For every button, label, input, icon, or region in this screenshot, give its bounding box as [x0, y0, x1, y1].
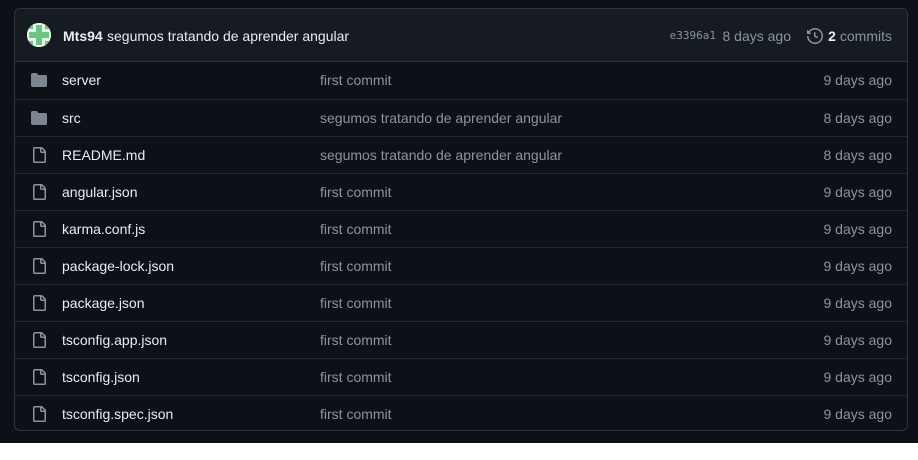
latest-commit-header: Mts94 segumos tratando de aprender angul… [15, 9, 907, 62]
file-commit-age: 9 days ago [823, 184, 893, 200]
file-icon [31, 221, 47, 237]
file-commit-message-link[interactable]: first commit [320, 368, 392, 386]
file-icon [31, 184, 47, 200]
file-commit-message-link[interactable]: first commit [320, 331, 392, 349]
commit-count: 2 [828, 28, 836, 44]
file-commit-age: 9 days ago [823, 221, 893, 237]
file-browser: Mts94 segumos tratando de aprender angul… [14, 8, 908, 431]
file-commit-message-link[interactable]: first commit [320, 294, 392, 312]
file-name-link[interactable]: angular.json [62, 183, 138, 201]
file-row[interactable]: server first commit 9 days ago [15, 62, 907, 99]
file-name-link[interactable]: karma.conf.js [62, 220, 145, 238]
commit-sha[interactable]: e3396a1 [670, 28, 716, 44]
file-row[interactable]: README.md segumos tratando de aprender an… [15, 136, 907, 173]
file-row[interactable]: package.json first commit 9 days ago [15, 284, 907, 321]
history-icon [807, 28, 824, 44]
file-commit-age: 8 days ago [823, 147, 893, 163]
file-icon [31, 406, 47, 422]
file-icon [31, 332, 47, 348]
file-row[interactable]: angular.json first commit 9 days ago [15, 173, 907, 210]
author-avatar[interactable] [27, 23, 51, 47]
file-row[interactable]: karma.conf.js first commit 9 days ago [15, 210, 907, 247]
file-row[interactable]: package-lock.json first commit 9 days ago [15, 247, 907, 284]
commit-author[interactable]: Mts94 [63, 27, 103, 45]
file-name-link[interactable]: tsconfig.json [62, 368, 140, 386]
file-icon [31, 295, 47, 311]
file-commit-age: 9 days ago [823, 295, 893, 311]
file-commit-message-link[interactable]: first commit [320, 257, 392, 275]
identicon-avatar-icon [27, 23, 51, 47]
file-commit-message-link[interactable]: segumos tratando de aprender angular [320, 109, 562, 127]
file-commit-message-link[interactable]: first commit [320, 405, 392, 423]
folder-icon [31, 110, 47, 126]
file-name-link[interactable]: tsconfig.app.json [62, 331, 167, 349]
file-name-link[interactable]: tsconfig.spec.json [62, 405, 173, 423]
file-name-link[interactable]: src [62, 109, 81, 127]
file-name-link[interactable]: README.md [62, 146, 145, 164]
file-name-link[interactable]: server [62, 71, 101, 89]
file-commit-age: 9 days ago [823, 258, 893, 274]
file-commit-message-link[interactable]: first commit [320, 183, 392, 201]
commits-label: commits [839, 28, 892, 44]
commit-age: 8 days ago [722, 28, 792, 44]
file-commit-age: 8 days ago [823, 110, 893, 126]
file-row[interactable]: tsconfig.json first commit 9 days ago [15, 358, 907, 395]
file-name-link[interactable]: package-lock.json [62, 257, 174, 275]
file-icon [31, 147, 47, 163]
file-name-link[interactable]: package.json [62, 294, 145, 312]
file-icon [31, 369, 47, 385]
file-icon [31, 258, 47, 274]
file-commit-message-link[interactable]: first commit [320, 71, 392, 89]
file-row[interactable]: tsconfig.spec.json first commit 9 days ago [15, 395, 907, 430]
commit-message[interactable]: segumos tratando de aprender angular [107, 27, 349, 45]
file-commit-message-link[interactable]: first commit [320, 220, 392, 238]
file-commit-age: 9 days ago [823, 369, 893, 385]
file-commit-message-link[interactable]: segumos tratando de aprender angular [320, 146, 562, 164]
file-commit-age: 9 days ago [823, 72, 893, 88]
commit-history-link[interactable]: 2 commits [807, 26, 892, 46]
file-commit-age: 9 days ago [823, 406, 893, 422]
file-row[interactable]: tsconfig.app.json first commit 9 days ago [15, 321, 907, 358]
file-row[interactable]: src segumos tratando de aprender angular 8… [15, 99, 907, 136]
file-commit-age: 9 days ago [823, 332, 893, 348]
folder-icon [31, 72, 47, 88]
